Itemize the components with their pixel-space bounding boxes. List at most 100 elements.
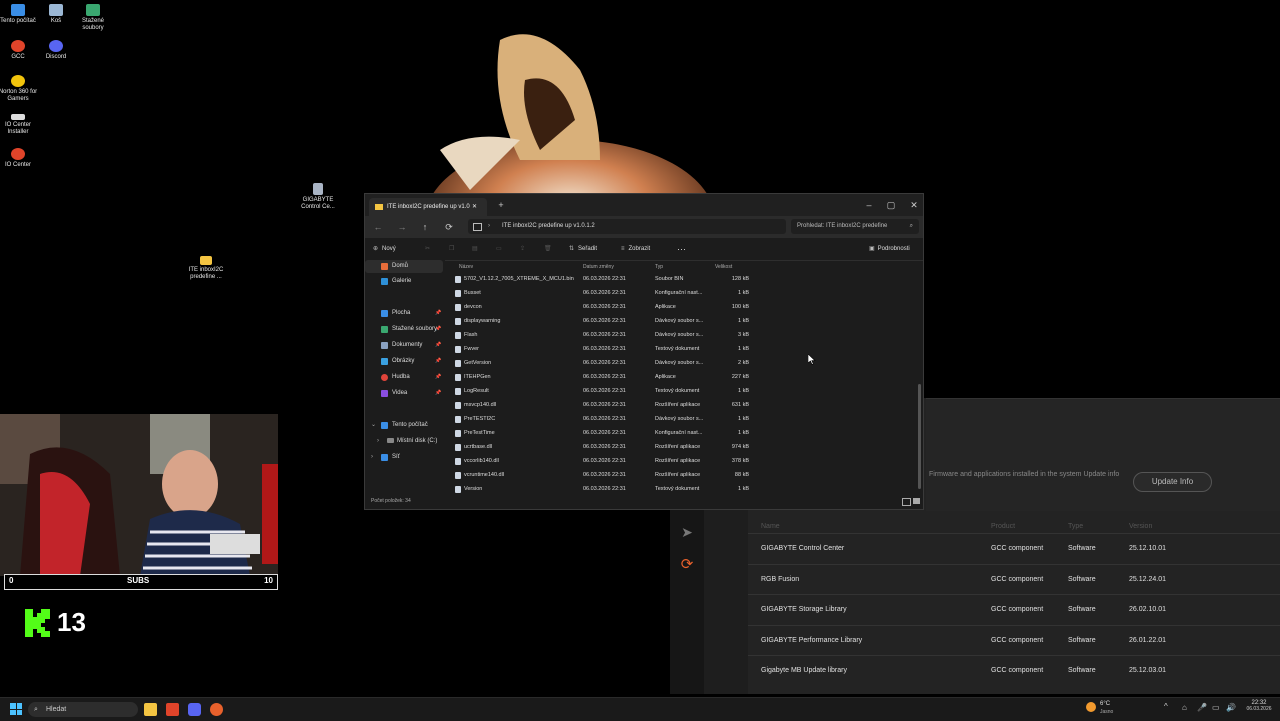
file-row[interactable]: Busset 06.03.2026 22:31 Konfigurační nast.… xyxy=(447,286,917,300)
file-explorer-taskbar-icon[interactable] xyxy=(144,703,157,716)
address-bar-row: ← → ↑ ⟳ › ITE inboxI2C predefine up v1.0… xyxy=(365,216,923,238)
column-date[interactable]: Datum změny xyxy=(583,264,614,270)
gcc-refresh-icon[interactable]: ⟳ xyxy=(678,555,696,573)
nav-videos[interactable]: Videa 📌 xyxy=(365,387,443,400)
file-row[interactable]: devcon 06.03.2026 22:31 Aplikace 100 kB xyxy=(447,300,917,314)
file-row[interactable]: msvcp140.dll 06.03.2026 22:31 Rozšíření ap… xyxy=(447,398,917,412)
rename-icon[interactable]: ▭ xyxy=(496,242,502,256)
desktop-icon-label: Stažené soubory xyxy=(81,18,105,31)
minimize-icon[interactable]: – xyxy=(861,198,877,212)
file-row[interactable]: ITEHPGen 06.03.2026 22:31 Aplikace 227 kB xyxy=(447,370,917,384)
network-tray-icon[interactable]: ⌂ xyxy=(1182,703,1187,712)
weather-widget[interactable]: 6°C Jasno xyxy=(1086,700,1126,719)
nav-desktop[interactable]: Plocha 📌 xyxy=(365,307,443,320)
gcc-row-product: GCC component xyxy=(991,667,1044,674)
start-windows-icon[interactable] xyxy=(10,703,22,715)
desktop-icon-norton[interactable]: Norton 360 for Gamers xyxy=(0,75,40,103)
nav-this-pc[interactable]: ⌄ Tento počítač xyxy=(365,419,443,432)
nav-music[interactable]: Hudba 📌 xyxy=(365,371,443,384)
copy-icon[interactable]: ❐ xyxy=(449,242,454,256)
desktop-icon-downloads[interactable]: Stažené soubory xyxy=(71,4,115,32)
tiles-view-icon[interactable] xyxy=(913,498,920,504)
cut-icon[interactable]: ✂ xyxy=(425,242,430,256)
speaker-tray-icon[interactable]: 🔊 xyxy=(1226,703,1236,712)
download-folder-icon xyxy=(86,4,100,16)
tab-close-icon[interactable]: ✕ xyxy=(472,198,477,216)
scrollbar[interactable] xyxy=(918,384,921,489)
gcc-table-row[interactable]: Gigabyte MB Update library GCC component S… xyxy=(748,655,1280,686)
paste-icon[interactable]: ▤ xyxy=(472,242,478,256)
weather-desc: Jasno xyxy=(1100,709,1114,715)
file-name: PreTESTI2C xyxy=(464,416,496,422)
gcc-table-row[interactable]: RGB Fusion GCC component Software 25.12.24.… xyxy=(748,563,1280,595)
taskbar-search[interactable]: ⌕ Hledat xyxy=(28,702,138,717)
new-button[interactable]: ⊕ Nový xyxy=(373,242,396,256)
file-type: Dávkový soubor s... xyxy=(655,416,704,422)
more-button[interactable]: ··· xyxy=(677,242,686,256)
new-tab-icon[interactable]: + xyxy=(493,198,509,212)
file-row[interactable]: Flash 06.03.2026 22:31 Dávkový soubor s...… xyxy=(447,328,917,342)
file-row[interactable]: 5702_V1.12.2_7005_XTREME_X_MCU1.bin 06.03… xyxy=(447,272,917,286)
nav-home[interactable]: Domů xyxy=(365,260,443,273)
desktop-icon-gigabyte-control-center[interactable]: GIGABYTE Control Ce... xyxy=(296,183,340,211)
back-icon[interactable]: ← xyxy=(371,220,385,234)
column-type[interactable]: Typ xyxy=(655,264,663,270)
display-tray-icon[interactable]: ▭ xyxy=(1212,703,1220,712)
file-row[interactable]: ucrtbase.dll 06.03.2026 22:31 Rozšíření ap… xyxy=(447,440,917,454)
file-row[interactable]: GetVersion 06.03.2026 22:31 Dávkový soubor… xyxy=(447,356,917,370)
tray-chevron-up-icon[interactable]: ^ xyxy=(1164,702,1168,711)
file-row[interactable]: vcruntime140.dll 06.03.2026 22:31 Rozšířen… xyxy=(447,468,917,482)
nav-downloads[interactable]: Stažené soubory 📌 xyxy=(365,323,443,336)
nav-gallery[interactable]: Galerie xyxy=(365,275,443,288)
details-button[interactable]: ▣ Podrobnosti xyxy=(869,242,910,256)
gcc-arrow-icon[interactable]: ➤ xyxy=(678,524,696,542)
file-row[interactable]: displaywarning 06.03.2026 22:31 Dávkový so… xyxy=(447,314,917,328)
sort-icon: ⇅ xyxy=(569,246,575,252)
explorer-tab[interactable]: ITE inboxI2C predefine up v1.0 ✕ xyxy=(369,198,487,216)
details-view-icon[interactable] xyxy=(902,498,911,506)
desktop-icon-discord[interactable]: Discord xyxy=(34,40,78,61)
view-button[interactable]: ≡ Zobrazit xyxy=(621,242,650,256)
gcc-col-version: Version xyxy=(1129,523,1153,530)
file-name: ITEHPGen xyxy=(464,374,491,380)
file-row[interactable]: PreTESTI2C 06.03.2026 22:31 Dávkový soubor… xyxy=(447,412,917,426)
desktop-icon-ite-folder[interactable]: ITE inboxI2C predefine ... xyxy=(184,256,228,281)
address-field[interactable]: › ITE inboxI2C predefine up v1.0.1.2 xyxy=(468,219,786,234)
desktop-icon-io-center-installer[interactable]: IO Center Installer xyxy=(0,114,40,136)
gcc-table-row[interactable]: GIGABYTE Storage Library GCC component Sof… xyxy=(748,594,1280,625)
file-row[interactable]: LogResult 06.03.2026 22:31 Textový dokumen… xyxy=(447,384,917,398)
clock[interactable]: 22:32 06.03.2026 xyxy=(1240,700,1278,712)
gcc-taskbar-icon[interactable] xyxy=(210,703,223,716)
refresh-icon[interactable]: ⟳ xyxy=(442,220,456,234)
file-row[interactable]: vccorlib140.dll 06.03.2026 22:31 Rozšíření… xyxy=(447,454,917,468)
close-icon[interactable]: ✕ xyxy=(906,198,922,212)
nav-pictures[interactable]: Obrázky 📌 xyxy=(365,355,443,368)
documents-icon xyxy=(381,342,388,349)
brave-taskbar-icon[interactable] xyxy=(166,703,179,716)
file-row[interactable]: PreTestTime 06.03.2026 22:31 Konfigurační … xyxy=(447,426,917,440)
maximize-icon[interactable]: ▢ xyxy=(883,198,899,212)
gallery-icon xyxy=(381,278,388,285)
nav-network[interactable]: › Síť xyxy=(365,451,443,464)
file-date: 06.03.2026 22:31 xyxy=(583,430,626,436)
desktop-icon-io-center[interactable]: IO Center xyxy=(0,148,40,169)
gcc-table-row[interactable]: GIGABYTE Performance Library GCC componen… xyxy=(748,624,1280,656)
gcc-table-row[interactable]: GIGABYTE Control Center GCC component Soft… xyxy=(748,533,1280,564)
folder-icon xyxy=(375,204,383,210)
file-icon xyxy=(455,430,461,437)
mic-tray-icon[interactable]: 🎤 xyxy=(1197,703,1207,712)
up-icon[interactable]: ↑ xyxy=(418,220,432,234)
discord-taskbar-icon[interactable] xyxy=(188,703,201,716)
update-info-button[interactable]: Update Info xyxy=(1133,472,1212,492)
nav-documents[interactable]: Dokumenty 📌 xyxy=(365,339,443,352)
delete-icon[interactable]: 🗑 xyxy=(544,242,552,256)
column-name[interactable]: Název xyxy=(459,264,473,270)
column-size[interactable]: Velikost xyxy=(715,264,732,270)
forward-icon[interactable]: → xyxy=(395,220,409,234)
sort-button[interactable]: ⇅ Seřadit xyxy=(569,242,597,256)
share-icon[interactable]: ⇪ xyxy=(520,242,525,256)
tab-bar: ITE inboxI2C predefine up v1.0 ✕ + – ▢ ✕ xyxy=(365,194,923,216)
nav-local-disk[interactable]: › Místní disk (C:) xyxy=(365,435,443,448)
file-row[interactable]: Fwver 06.03.2026 22:31 Textový dokument 1 k… xyxy=(447,342,917,356)
search-input[interactable]: Prohledat: ITE inboxI2C predefine ⌕ xyxy=(791,219,919,234)
